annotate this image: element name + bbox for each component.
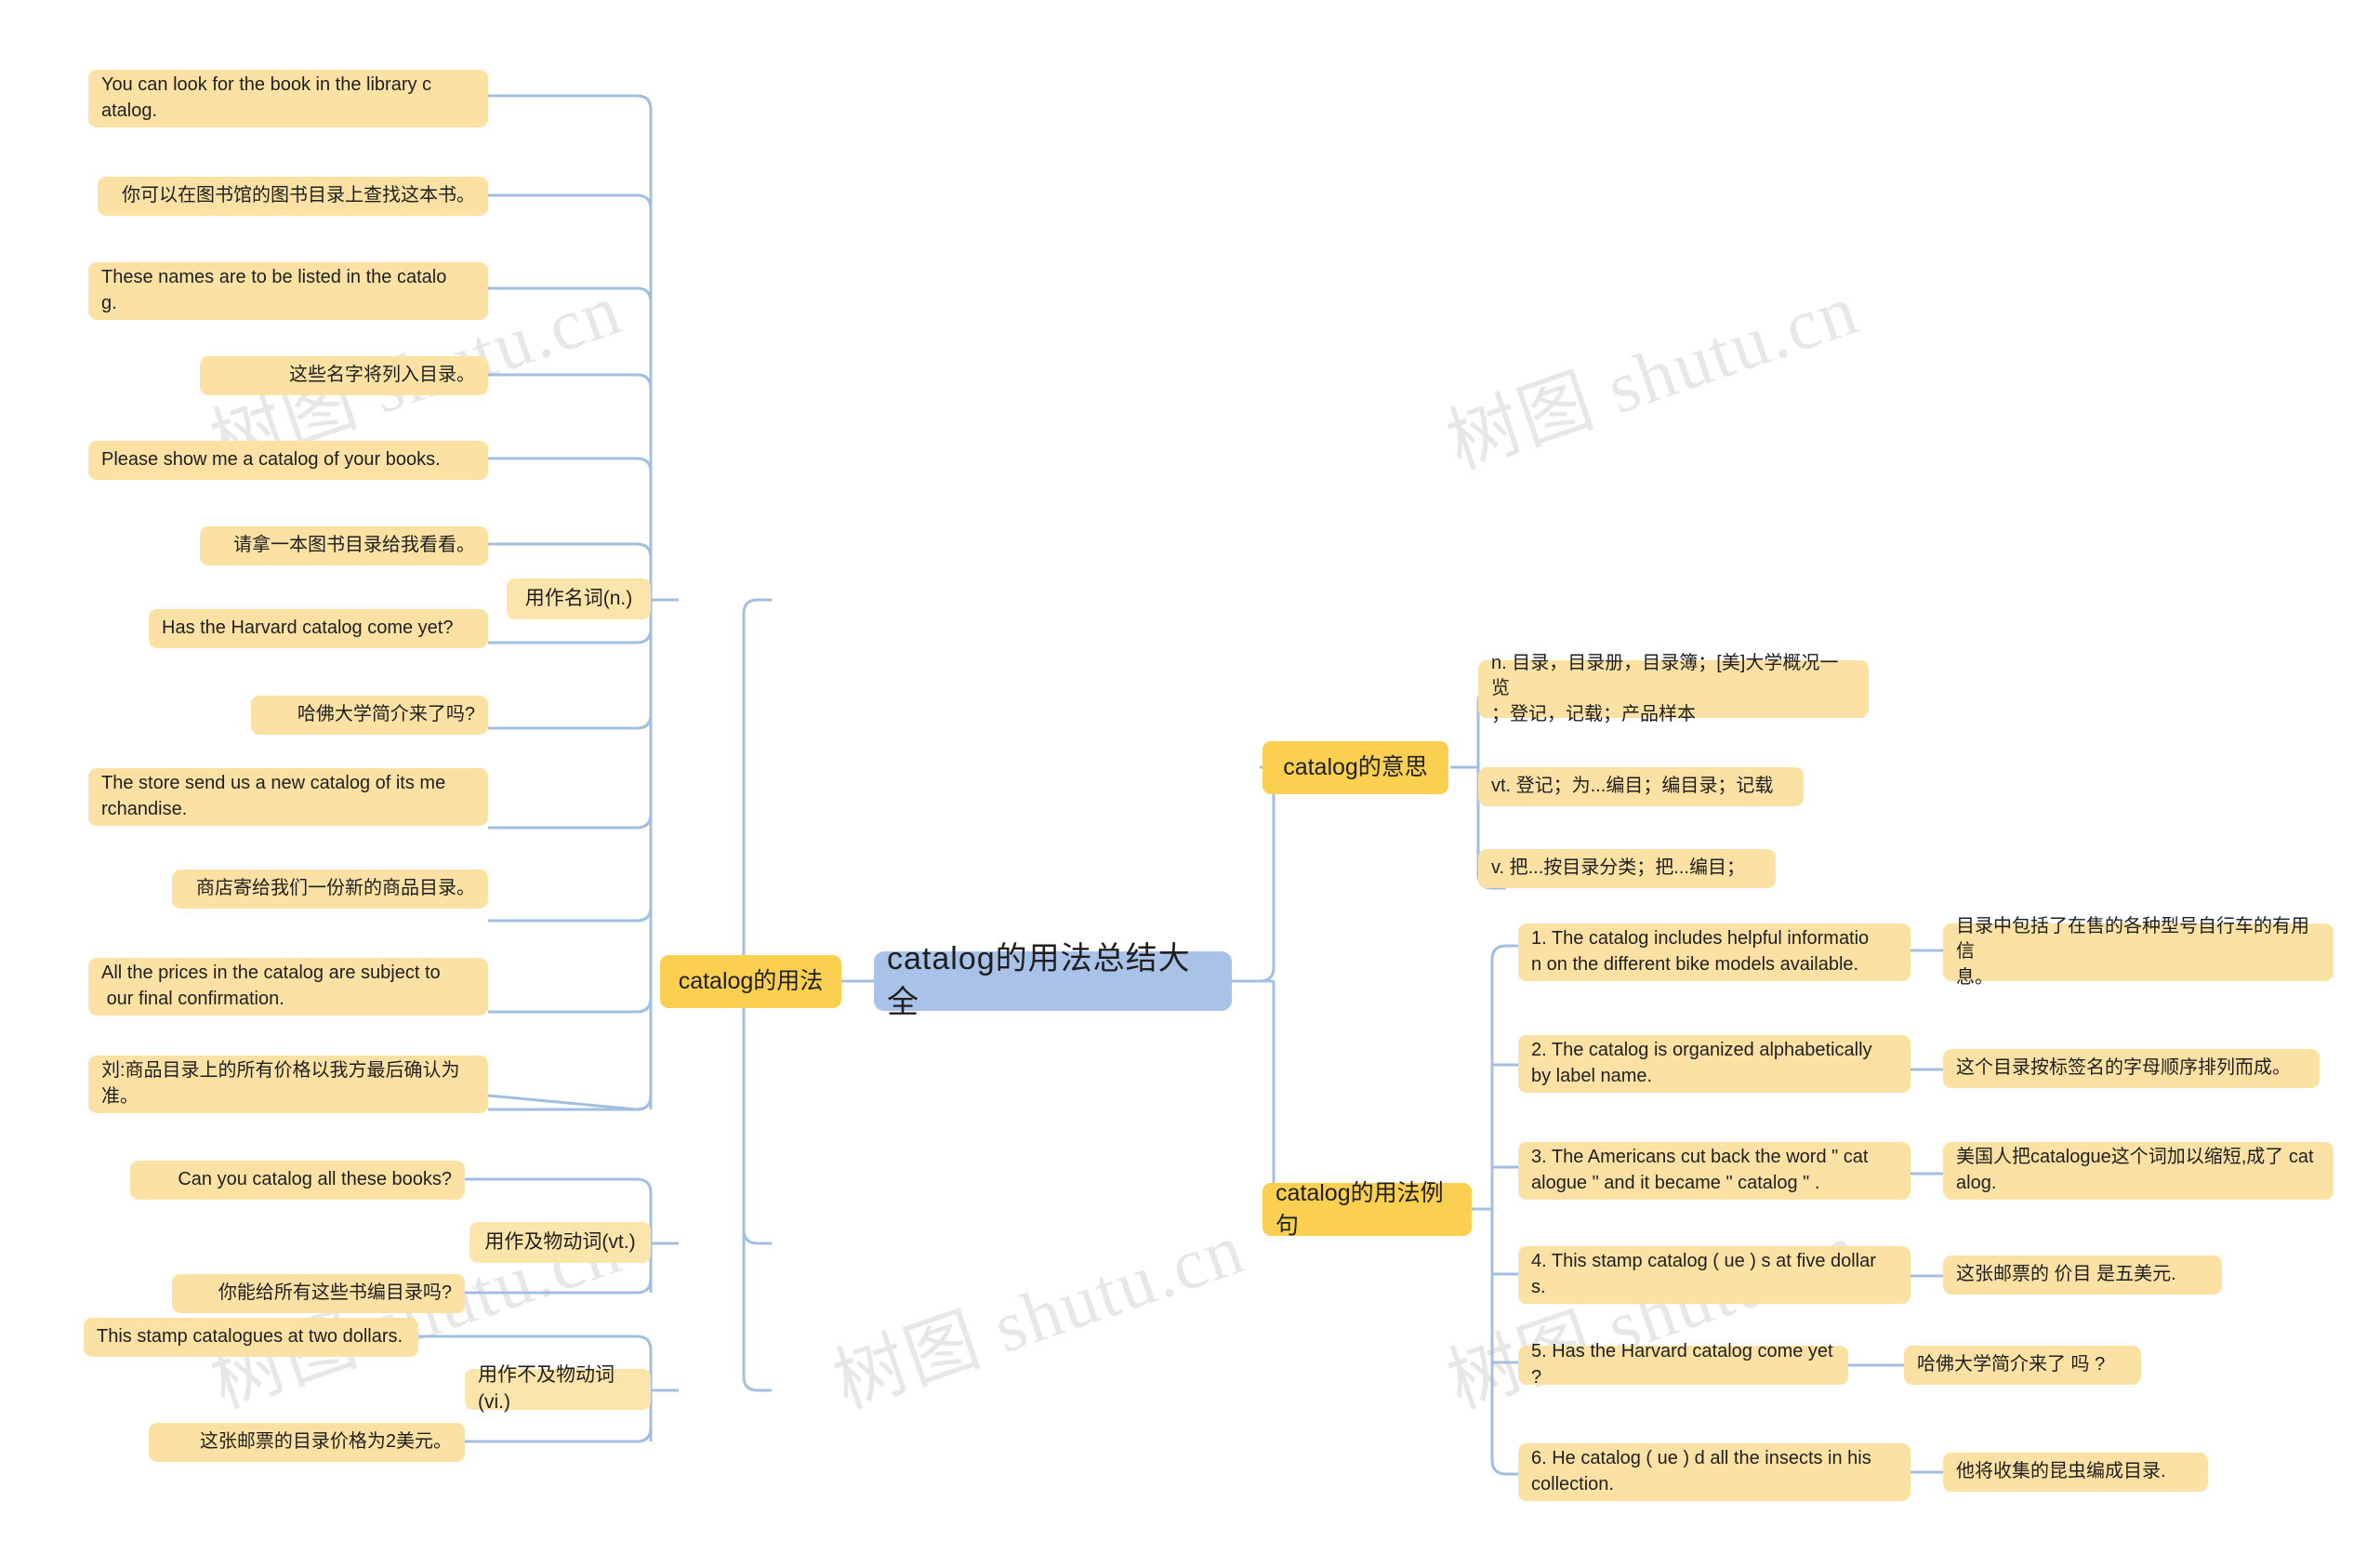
leaf-noun-zh-5[interactable]: 商店寄给我们一份新的商品目录。 <box>172 870 488 909</box>
example-en-4[interactable]: 4. This stamp catalog ( ue ) s at five d… <box>1518 1246 1911 1304</box>
leaf-text: 这些名字将列入目录。 <box>289 365 475 386</box>
branch-examples-label: catalog的用法例句 <box>1276 1180 1444 1239</box>
leaf-text: You can look for the book in the library… <box>101 74 432 121</box>
watermark: 树图 shutu.cn <box>1437 1207 1869 1424</box>
leaf-text: 你能给所有这些书编目录吗? <box>218 1282 452 1304</box>
leaf-text: 5. Has the Harvard catalog come yet ? <box>1531 1341 1839 1388</box>
leaf-text: 这张邮票的 价目 是五美元. <box>1956 1264 2176 1285</box>
leaf-noun-en-3[interactable]: Please show me a catalog of your books. <box>88 441 488 480</box>
category-vi[interactable]: 用作不及物动词(vi.) <box>465 1364 651 1413</box>
leaf-text: 请拿一本图书目录给我看看。 <box>233 535 475 556</box>
leaf-noun-zh-6[interactable]: 刘:商品目录上的所有价格以我方最后确认为 准。 <box>88 1056 488 1113</box>
meaning-node-1[interactable]: n. 目录，目录册，目录簿；[美]大学概况一览 ；登记，记载；产品样本 <box>1478 653 1869 724</box>
example-en-3[interactable]: 3. The Americans cut back the word " cat… <box>1518 1142 1911 1200</box>
leaf-vt-zh-1[interactable]: 你能给所有这些书编目录吗? <box>172 1274 465 1313</box>
leaf-text: 1. The catalog includes helpful informat… <box>1531 928 1870 975</box>
category-noun[interactable]: 用作名词(n.) <box>507 578 651 619</box>
leaf-vi-zh-1[interactable]: 这张邮票的目录价格为2美元。 <box>149 1423 465 1462</box>
leaf-noun-en-4[interactable]: Has the Harvard catalog come yet? <box>149 609 488 648</box>
example-zh-3[interactable]: 美国人把catalogue这个词加以缩短,成了 cat alog. <box>1943 1142 2334 1200</box>
meaning-node-3[interactable]: v. 把...按目录分类；把...编目； <box>1478 849 1776 888</box>
branch-usage[interactable]: catalog的用法 <box>660 955 841 1008</box>
leaf-text: Can you catalog all these books? <box>178 1169 452 1190</box>
leaf-text: 这个目录按标签名的字母顺序排列而成。 <box>1956 1057 2291 1079</box>
branch-examples[interactable]: catalog的用法例句 <box>1263 1180 1472 1239</box>
example-en-1[interactable]: 1. The catalog includes helpful informat… <box>1518 923 1911 981</box>
category-vt-label: 用作及物动词(vt.) <box>484 1230 636 1253</box>
example-zh-1[interactable]: 目录中包括了在售的各种型号自行车的有用信 息。 <box>1943 916 2334 988</box>
leaf-text: Please show me a catalog of your books. <box>101 449 441 471</box>
leaf-text: 这张邮票的目录价格为2美元。 <box>199 1431 452 1453</box>
leaf-text: n. 目录，目录册，目录簿；[美]大学概况一览 ；登记，记载；产品样本 <box>1491 652 1839 724</box>
watermark: 树图 shutu.cn <box>824 1207 1255 1424</box>
meaning-node-2[interactable]: vt. 登记；为...编目；编目录；记载 <box>1478 767 1804 806</box>
leaf-text: 6. He catalog ( ue ) d all the insects i… <box>1531 1448 1871 1494</box>
leaf-text: These names are to be listed in the cata… <box>101 267 447 313</box>
leaf-noun-zh-1[interactable]: 你可以在图书馆的图书目录上查找这本书。 <box>98 177 488 216</box>
leaf-text: 3. The Americans cut back the word " cat… <box>1531 1147 1869 1193</box>
leaf-noun-en-2[interactable]: These names are to be listed in the cata… <box>88 262 488 320</box>
leaf-text: The store send us a new catalog of its m… <box>101 773 446 819</box>
leaf-text: All the prices in the catalog are subjec… <box>101 963 441 1009</box>
root-node-label: catalog的用法总结大全 <box>887 941 1191 1020</box>
example-zh-5[interactable]: 哈佛大学简介来了 吗 ? <box>1904 1346 2141 1385</box>
branch-meaning-label: catalog的意思 <box>1283 754 1428 781</box>
leaf-noun-zh-4[interactable]: 哈佛大学简介来了吗? <box>251 696 488 735</box>
leaf-noun-en-1[interactable]: You can look for the book in the library… <box>88 70 488 127</box>
example-en-2[interactable]: 2. The catalog is organized alphabetical… <box>1518 1035 1911 1093</box>
example-zh-4[interactable]: 这张邮票的 价目 是五美元. <box>1943 1255 2222 1295</box>
mindmap-canvas: 树图 shutu.cn 树图 shutu.cn 树图 shutu.cn 树图 s… <box>0 0 2380 1554</box>
example-zh-6[interactable]: 他将收集的昆虫编成目录. <box>1943 1453 2208 1492</box>
example-en-5[interactable]: 5. Has the Harvard catalog come yet ? <box>1518 1341 1848 1388</box>
leaf-noun-en-5[interactable]: The store send us a new catalog of its m… <box>88 768 488 826</box>
leaf-text: 你可以在图书馆的图书目录上查找这本书。 <box>122 185 475 206</box>
watermark: 树图 shutu.cn <box>1437 268 1869 485</box>
leaf-text: 商店寄给我们一份新的商品目录。 <box>196 878 475 899</box>
branch-meaning[interactable]: catalog的意思 <box>1263 741 1448 794</box>
leaf-noun-en-6[interactable]: All the prices in the catalog are subjec… <box>88 958 488 1016</box>
leaf-text: 哈佛大学简介来了 吗 ? <box>1917 1354 2106 1375</box>
leaf-text: 4. This stamp catalog ( ue ) s at five d… <box>1531 1251 1876 1297</box>
leaf-text: 他将收集的昆虫编成目录. <box>1956 1461 2166 1482</box>
example-zh-2[interactable]: 这个目录按标签名的字母顺序排列而成。 <box>1943 1049 2320 1088</box>
leaf-vt-en-1[interactable]: Can you catalog all these books? <box>130 1161 465 1200</box>
leaf-noun-zh-2[interactable]: 这些名字将列入目录。 <box>200 356 488 395</box>
leaf-text: 目录中包括了在售的各种型号自行车的有用信 息。 <box>1956 915 2309 988</box>
category-noun-label: 用作名词(n.) <box>524 587 633 609</box>
leaf-text: 刘:商品目录上的所有价格以我方最后确认为 准。 <box>101 1060 460 1107</box>
leaf-text: Has the Harvard catalog come yet? <box>162 618 454 639</box>
example-en-6[interactable]: 6. He catalog ( ue ) d all the insects i… <box>1518 1443 1911 1501</box>
leaf-text: 2. The catalog is organized alphabetical… <box>1531 1040 1872 1086</box>
leaf-vi-en-1[interactable]: This stamp catalogues at two dollars. <box>84 1318 418 1357</box>
leaf-text: v. 把...按目录分类；把...编目； <box>1491 857 1745 879</box>
leaf-text: This stamp catalogues at two dollars. <box>97 1326 403 1348</box>
leaf-text: 美国人把catalogue这个词加以缩短,成了 cat alog. <box>1956 1147 2314 1193</box>
leaf-text: vt. 登记；为...编目；编目录；记载 <box>1491 776 1774 797</box>
category-vt[interactable]: 用作及物动词(vt.) <box>469 1222 651 1263</box>
branch-usage-label: catalog的用法 <box>678 968 824 995</box>
leaf-noun-zh-3[interactable]: 请拿一本图书目录给我看看。 <box>200 526 488 565</box>
leaf-text: 哈佛大学简介来了吗? <box>297 704 475 725</box>
root-node[interactable]: catalog的用法总结大全 <box>874 941 1232 1020</box>
category-vi-label: 用作不及物动词(vi.) <box>478 1364 615 1413</box>
